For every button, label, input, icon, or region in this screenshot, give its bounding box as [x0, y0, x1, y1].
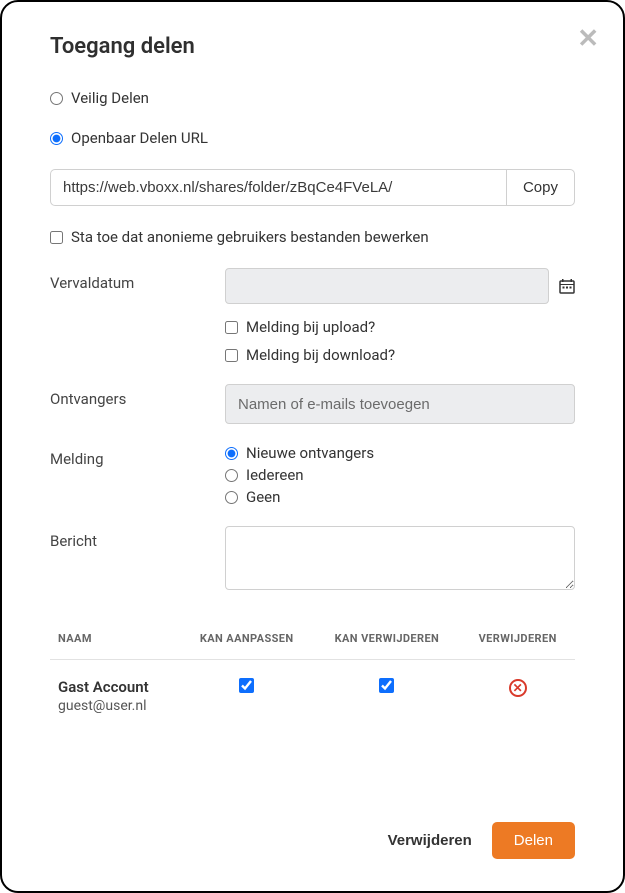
col-name: NAAM — [50, 618, 180, 660]
notify-upload-checkbox[interactable] — [225, 321, 238, 334]
cancel-button[interactable]: Verwijderen — [388, 832, 472, 849]
allow-anon-label: Sta toe dat anonieme gebruikers bestande… — [71, 228, 429, 246]
share-mode-secure-radio[interactable] — [50, 92, 63, 105]
share-mode-secure[interactable]: Veilig Delen — [50, 89, 575, 107]
notify-download-label: Melding bij download? — [246, 346, 395, 364]
notify-option-all[interactable]: Iedereen — [225, 466, 575, 484]
dialog-footer: Verwijderen Delen — [388, 822, 575, 859]
notify-download-row[interactable]: Melding bij download? — [225, 346, 575, 364]
dialog-title: Toegang delen — [50, 34, 575, 59]
share-url-input[interactable] — [50, 169, 506, 206]
col-remove: VERWIJDEREN — [460, 618, 575, 660]
close-icon[interactable]: ✕ — [577, 26, 599, 52]
calendar-icon[interactable] — [559, 278, 575, 294]
share-mode-public[interactable]: Openbaar Delen URL — [50, 129, 575, 147]
share-mode-public-radio[interactable] — [50, 132, 63, 145]
notify-option-none[interactable]: Geen — [225, 488, 575, 506]
recipients-input[interactable] — [225, 384, 575, 424]
notify-option-new[interactable]: Nieuwe ontvangers — [225, 444, 575, 462]
share-mode-public-label: Openbaar Delen URL — [71, 129, 208, 147]
expiry-input[interactable] — [225, 268, 549, 304]
notify-radio-group: Nieuwe ontvangers Iedereen Geen — [225, 444, 575, 506]
share-url-row: Copy — [50, 169, 575, 206]
guest-email: guest@user.nl — [58, 698, 172, 714]
can-delete-checkbox[interactable] — [379, 678, 394, 693]
message-label: Bericht — [50, 526, 225, 550]
col-edit: KAN AANPASSEN — [180, 618, 314, 660]
share-mode-secure-label: Veilig Delen — [71, 89, 149, 107]
notify-all-radio[interactable] — [225, 469, 238, 482]
notify-new-radio[interactable] — [225, 447, 238, 460]
allow-anon-row[interactable]: Sta toe dat anonieme gebruikers bestande… — [50, 228, 575, 246]
remove-row-icon[interactable]: ✕ — [509, 679, 527, 697]
allow-anon-checkbox[interactable] — [50, 231, 63, 244]
notify-none-radio[interactable] — [225, 491, 238, 504]
recipients-table: NAAM KAN AANPASSEN KAN VERWIJDEREN VERWI… — [50, 618, 575, 732]
share-button[interactable]: Delen — [492, 822, 575, 859]
notify-upload-label: Melding bij upload? — [246, 318, 375, 336]
can-edit-checkbox[interactable] — [239, 678, 254, 693]
notify-label: Melding — [50, 444, 225, 468]
col-delete: KAN VERWIJDEREN — [313, 618, 460, 660]
guest-name: Gast Account — [58, 678, 172, 696]
notify-download-checkbox[interactable] — [225, 349, 238, 362]
copy-button[interactable]: Copy — [506, 169, 575, 206]
recipients-label: Ontvangers — [50, 384, 225, 408]
message-textarea[interactable] — [225, 526, 575, 590]
notify-upload-row[interactable]: Melding bij upload? — [225, 318, 575, 336]
table-row: Gast Account guest@user.nl ✕ — [50, 660, 575, 733]
expiry-label: Vervaldatum — [50, 268, 225, 292]
share-access-dialog: ✕ Toegang delen Veilig Delen Openbaar De… — [0, 0, 625, 893]
